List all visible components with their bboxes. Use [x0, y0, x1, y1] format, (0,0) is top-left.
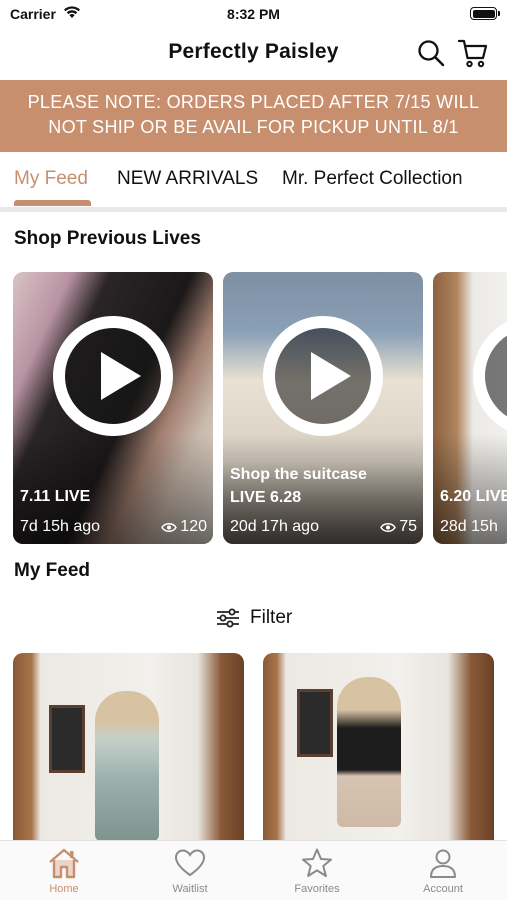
section-title-previous-lives: Shop Previous Lives — [14, 228, 201, 249]
status-bar: Carrier 8:32 PM — [0, 0, 507, 28]
live-video-card[interactable]: 7.11 LIVE 7d 15h ago 120 — [13, 272, 213, 544]
tab-waitlist[interactable]: Waitlist — [140, 847, 240, 895]
live-video-card[interactable]: Shop the suitcase LIVE 6.28 20d 17h ago … — [223, 272, 423, 544]
tab-home-label: Home — [49, 883, 79, 895]
tab-favorites-label: Favorites — [294, 883, 340, 895]
home-icon — [49, 848, 79, 879]
tab-account-label: Account — [423, 883, 463, 895]
sliders-icon — [217, 608, 239, 628]
product-photo — [95, 691, 159, 841]
live-card-subtitle: LIVE 6.28 — [230, 489, 302, 506]
tab-account[interactable]: Account — [393, 847, 493, 895]
shipping-notice-banner: PLEASE NOTE: ORDERS PLACED AFTER 7/15 WI… — [0, 80, 507, 152]
product-card[interactable] — [13, 653, 244, 843]
clock: 8:32 PM — [227, 6, 280, 22]
category-tabs: My Feed NEW ARRIVALS Mr. Perfect Collect… — [0, 152, 507, 208]
tab-home[interactable]: Home — [14, 847, 114, 895]
chalkboard-image — [49, 705, 85, 773]
section-title-my-feed: My Feed — [14, 560, 91, 581]
tab-favorites[interactable]: Favorites — [267, 847, 367, 895]
eye-icon — [380, 522, 397, 532]
live-card-time-ago: 28d 15h — [440, 518, 498, 535]
star-icon — [302, 848, 332, 877]
tab-mr-perfect-collection[interactable]: Mr. Perfect Collection — [282, 168, 463, 190]
tab-new-arrivals[interactable]: NEW ARRIVALS — [117, 168, 258, 190]
battery-icon — [470, 7, 500, 20]
live-card-time-ago: 20d 17h ago — [230, 518, 319, 535]
live-card-views: 120 — [161, 518, 207, 536]
play-icon[interactable] — [263, 316, 383, 436]
person-icon — [430, 849, 456, 878]
search-icon[interactable] — [416, 38, 446, 68]
cart-icon[interactable] — [457, 37, 489, 69]
play-icon[interactable] — [53, 316, 173, 436]
tab-overflow-fade — [457, 152, 507, 208]
chalkboard-image — [297, 689, 333, 757]
live-video-card[interactable]: 6.20 LIVE 28d 15h — [433, 272, 507, 544]
views-count: 120 — [180, 518, 207, 535]
active-tab-indicator — [14, 200, 91, 206]
bottom-tab-bar: Home Waitlist Favorites Account — [0, 840, 507, 900]
app-header: Perfectly Paisley — [0, 28, 507, 78]
filter-button[interactable]: Filter — [216, 605, 292, 631]
live-card-title: 6.20 LIVE — [440, 488, 507, 505]
banner-line-2: NOT SHIP OR BE AVAIL FOR PICKUP UNTIL 8/… — [48, 117, 459, 137]
tab-waitlist-label: Waitlist — [172, 883, 208, 895]
live-card-title: Shop the suitcase — [230, 466, 367, 483]
product-card[interactable] — [263, 653, 494, 843]
live-card-time-ago: 7d 15h ago — [20, 518, 101, 535]
live-card-title: 7.11 LIVE — [20, 488, 91, 505]
eye-icon — [161, 522, 178, 532]
product-photo — [337, 677, 401, 827]
tabs-divider — [0, 207, 507, 212]
tab-my-feed[interactable]: My Feed — [14, 168, 88, 190]
heart-icon — [174, 849, 206, 877]
filter-label: Filter — [250, 607, 293, 628]
views-count: 75 — [399, 518, 417, 535]
play-icon[interactable] — [473, 316, 507, 436]
live-card-views: 75 — [380, 518, 417, 536]
banner-line-1: PLEASE NOTE: ORDERS PLACED AFTER 7/15 WI… — [27, 92, 480, 112]
